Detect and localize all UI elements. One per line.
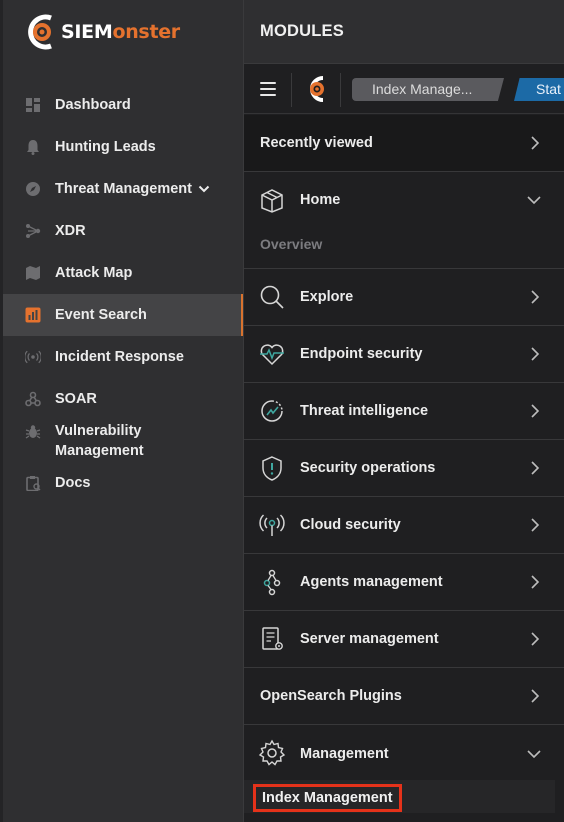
- opensearch-plugins-label: OpenSearch Plugins: [260, 688, 402, 704]
- sidebar-item-event-search[interactable]: Event Search: [3, 294, 243, 336]
- index-management-link[interactable]: Index Management: [253, 784, 402, 812]
- chevron-down-icon: [198, 185, 210, 193]
- bell-icon: [25, 139, 41, 155]
- sidebar-item-incident-response[interactable]: Incident Response: [3, 336, 243, 378]
- modules-header: MODULES: [244, 0, 564, 64]
- sidebar-item-hunting-leads[interactable]: Hunting Leads: [3, 126, 243, 168]
- sidebar-item-threat-management[interactable]: Threat Management: [3, 168, 243, 210]
- chevron-right-icon: [531, 290, 540, 304]
- heartbeat-icon: [260, 344, 284, 366]
- webhook-icon: [25, 391, 41, 407]
- network-icon: [25, 223, 41, 239]
- siemonster-logo[interactable]: SIEMonster: [25, 14, 180, 50]
- sidebar-item-label: Docs: [55, 475, 91, 491]
- antenna-icon: [259, 514, 285, 536]
- sidebar-item-soar[interactable]: SOAR: [3, 378, 243, 420]
- chevron-right-icon: [531, 518, 540, 532]
- module-explore-row[interactable]: Explore: [244, 269, 564, 326]
- broadcast-icon: [25, 349, 41, 365]
- module-agents-management-row[interactable]: Agents management: [244, 554, 564, 611]
- clipboard-icon: [25, 475, 41, 491]
- recently-viewed-label: Recently viewed: [260, 135, 373, 151]
- module-label: Server management: [300, 631, 439, 647]
- module-cloud-security-row[interactable]: Cloud security: [244, 497, 564, 554]
- sidebar-item-docs[interactable]: Docs: [3, 462, 243, 504]
- chevron-right-icon: [531, 689, 540, 703]
- recently-viewed-row[interactable]: Recently viewed: [244, 115, 564, 172]
- home-module-icon: [261, 189, 283, 213]
- sidebar-item-label: SOAR: [55, 391, 97, 407]
- hamburger-menu-icon[interactable]: [260, 82, 276, 96]
- sidebar-item-xdr[interactable]: XDR: [3, 210, 243, 252]
- sidebar-item-label: Threat Management: [55, 181, 192, 197]
- sidebar-item-label: Hunting Leads: [55, 139, 156, 155]
- home-row[interactable]: Home Overview: [244, 172, 564, 269]
- module-label: Security operations: [300, 460, 436, 476]
- modules-panel: MODULES Index Manage... Stat Recently vi…: [244, 0, 564, 822]
- chevron-right-icon: [531, 347, 540, 361]
- chevron-right-icon: [531, 404, 540, 418]
- module-label: Threat intelligence: [300, 403, 429, 419]
- modules-topbar: Index Manage... Stat: [244, 65, 564, 114]
- module-threat-intelligence-row[interactable]: Threat intelligence: [244, 383, 564, 440]
- module-label: Endpoint security: [300, 346, 423, 362]
- sidebar-nav: Dashboard Hunting Leads Threat Managemen…: [3, 84, 243, 504]
- sidebar-item-dashboard[interactable]: Dashboard: [3, 84, 243, 126]
- home-overview-link[interactable]: Overview: [260, 236, 322, 252]
- opensearch-plugins-row[interactable]: OpenSearch Plugins: [244, 668, 564, 725]
- shield-icon: [262, 456, 282, 481]
- home-label: Home: [300, 192, 341, 208]
- sidebar-item-label: Incident Response: [55, 349, 184, 365]
- sidebar-item-label: Attack Map: [55, 265, 133, 281]
- chart-icon: [25, 307, 41, 323]
- sidebar-item-label: Vulnerability Management: [55, 423, 144, 459]
- nodes-icon: [263, 569, 281, 596]
- dashboard-icon: [25, 97, 41, 113]
- sidebar-item-label: Dashboard: [55, 97, 131, 113]
- sidebar-item-label: XDR: [55, 223, 86, 239]
- module-server-management-row[interactable]: Server management: [244, 611, 564, 668]
- module-label: Cloud security: [300, 517, 401, 533]
- topbar-divider: [340, 73, 341, 107]
- module-security-operations-row[interactable]: Security operations: [244, 440, 564, 497]
- sidebar-item-attack-map[interactable]: Attack Map: [3, 252, 243, 294]
- siemonster-mini-logo-icon[interactable]: [304, 75, 328, 103]
- chevron-down-icon: [527, 750, 541, 759]
- map-icon: [25, 265, 41, 281]
- logo-text: SIEMonster: [61, 21, 180, 43]
- main-sidebar: SIEMonster Dashboard Hunting Leads Threa…: [0, 0, 243, 822]
- management-label: Management: [300, 745, 389, 762]
- gear-icon: [258, 739, 286, 766]
- module-endpoint-security-row[interactable]: Endpoint security: [244, 326, 564, 383]
- search-icon: [260, 285, 284, 309]
- sidebar-item-vulnerability-management[interactable]: Vulnerability Management: [3, 420, 243, 462]
- chevron-down-icon: [527, 196, 541, 205]
- modules-title: MODULES: [260, 22, 344, 40]
- server-doc-icon: [262, 627, 283, 650]
- radar-icon: [261, 400, 283, 422]
- topbar-divider: [291, 73, 292, 107]
- breadcrumb-next[interactable]: Stat: [514, 78, 564, 101]
- siemonster-logo-icon: [28, 14, 52, 50]
- breadcrumb-index-management[interactable]: Index Manage...: [352, 78, 504, 101]
- chevron-right-icon: [531, 136, 540, 150]
- sidebar-item-label: Event Search: [55, 307, 147, 323]
- module-label: Agents management: [300, 574, 443, 590]
- chevron-right-icon: [531, 632, 540, 646]
- module-label: Explore: [300, 289, 354, 305]
- bug-icon: [25, 424, 41, 440]
- management-row[interactable]: Management: [244, 725, 564, 782]
- compass-icon: [25, 181, 41, 197]
- chevron-right-icon: [531, 575, 540, 589]
- management-submenu: Index Management: [244, 780, 555, 813]
- chevron-right-icon: [531, 461, 540, 475]
